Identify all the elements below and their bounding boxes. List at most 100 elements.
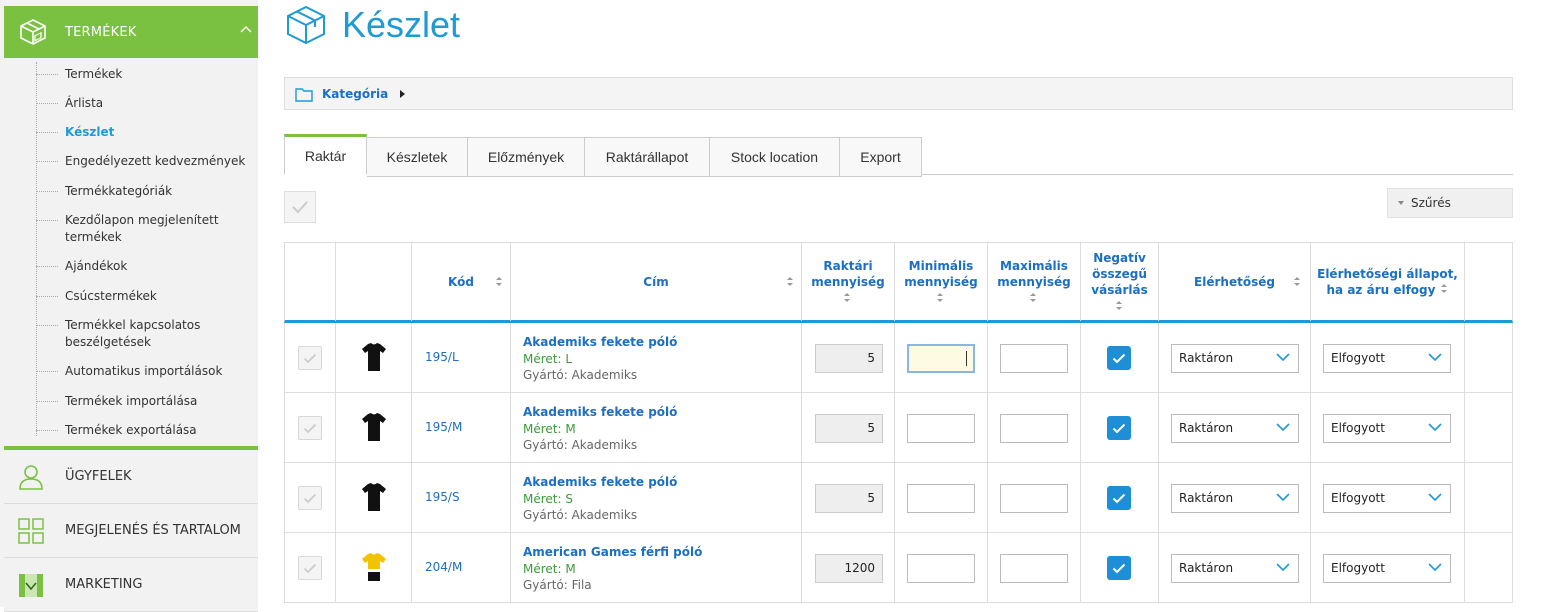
th-max-qty[interactable]: Maximális mennyiség xyxy=(988,243,1081,321)
th-code[interactable]: Kód xyxy=(412,243,511,321)
product-thumbnail[interactable] xyxy=(360,481,388,513)
soldout-state-select[interactable]: Elfogyott xyxy=(1323,414,1451,443)
max-qty-input[interactable] xyxy=(1000,484,1068,513)
sidebar-item-termekek[interactable]: Termékek xyxy=(36,66,255,83)
soldout-state-select[interactable]: Elfogyott xyxy=(1323,554,1451,583)
sort-icon[interactable] xyxy=(844,292,851,303)
th-negative[interactable]: Negatív összegű vásárlás xyxy=(1081,243,1159,321)
row-select-checkbox[interactable] xyxy=(298,556,322,580)
availability-select[interactable]: Raktáron xyxy=(1171,484,1299,513)
min-qty-input[interactable] xyxy=(907,554,975,583)
product-manufacturer: Gyártó: Akademiks xyxy=(523,438,638,452)
sidebar-item-auto-import[interactable]: Automatikus importálások xyxy=(36,363,255,380)
availability-select[interactable]: Raktáron xyxy=(1171,414,1299,443)
tab-raktarallapot[interactable]: Raktárállapot xyxy=(585,137,710,177)
th-stock-qty-label-2: mennyiség xyxy=(811,274,885,289)
cell-image xyxy=(336,463,412,532)
product-code-link[interactable]: 195/M xyxy=(425,420,462,434)
negative-purchase-checkbox[interactable] xyxy=(1107,416,1131,440)
negative-purchase-checkbox[interactable] xyxy=(1107,486,1131,510)
negative-purchase-checkbox[interactable] xyxy=(1107,346,1131,370)
sidebar-item-export[interactable]: Termékek exportálása xyxy=(36,422,255,439)
tab-export[interactable]: Export xyxy=(840,137,922,177)
min-qty-input[interactable] xyxy=(907,484,975,513)
sidebar-item-beszelgetesek[interactable]: Termékkel kapcsolatos beszélgetések xyxy=(36,317,255,351)
sidebar-item-kedvezmenyek[interactable]: Engedélyezett kedvezmények xyxy=(36,153,255,170)
th-min-qty-label-2: mennyiség xyxy=(904,274,978,289)
cell-negative xyxy=(1081,323,1159,392)
row-select-checkbox[interactable] xyxy=(298,346,322,370)
availability-value: Raktáron xyxy=(1179,351,1234,365)
product-name-link[interactable]: Akademiks fekete póló xyxy=(523,405,677,419)
check-icon xyxy=(292,201,308,214)
filter-button[interactable]: Szűrés xyxy=(1387,188,1513,218)
stock-qty-field: 5 xyxy=(815,344,883,373)
product-code-link[interactable]: 204/M xyxy=(425,560,462,574)
cell-title: Akademiks fekete póló Méret: M Gyártó: A… xyxy=(511,393,802,462)
product-name-link[interactable]: Akademiks fekete póló xyxy=(523,335,677,349)
sidebar-item-ajandekok[interactable]: Ajándékok xyxy=(36,258,255,275)
sidebar-section-title: MEGJELENÉS ÉS TARTALOM xyxy=(65,523,241,538)
min-qty-input[interactable] xyxy=(907,414,975,443)
row-select-checkbox[interactable] xyxy=(298,486,322,510)
product-code-link[interactable]: 195/S xyxy=(425,490,460,504)
product-manufacturer: Gyártó: Akademiks xyxy=(523,508,638,522)
sort-icon[interactable] xyxy=(496,277,503,287)
cell-availability: Raktáron xyxy=(1159,393,1311,462)
sort-icon[interactable] xyxy=(1294,277,1301,287)
sort-icon[interactable] xyxy=(1030,292,1037,303)
chevron-up-icon[interactable] xyxy=(240,24,252,36)
sidebar-item-arlista[interactable]: Árlista xyxy=(36,95,255,112)
sort-icon[interactable] xyxy=(787,277,794,287)
cell-min-qty xyxy=(895,463,988,532)
tab-raktar[interactable]: Raktár xyxy=(284,134,367,175)
check-icon xyxy=(1112,563,1126,573)
sidebar-item-kezdolapon[interactable]: Kezdőlapon megjelenített termékek xyxy=(36,212,255,246)
product-thumbnail[interactable] xyxy=(360,341,388,373)
negative-purchase-checkbox[interactable] xyxy=(1107,556,1131,580)
soldout-state-select[interactable]: Elfogyott xyxy=(1323,344,1451,373)
max-qty-input[interactable] xyxy=(1000,414,1068,443)
th-min-qty[interactable]: Minimális mennyiség xyxy=(895,243,988,321)
product-thumbnail[interactable] xyxy=(360,411,388,443)
bulk-select-checkbox[interactable] xyxy=(284,191,316,223)
availability-select[interactable]: Raktáron xyxy=(1171,554,1299,583)
tab-elozmenyek[interactable]: Előzmények xyxy=(468,137,585,177)
soldout-state-select[interactable]: Elfogyott xyxy=(1323,484,1451,513)
th-stock-qty[interactable]: Raktári mennyiség xyxy=(802,243,895,321)
min-qty-input[interactable] xyxy=(907,344,975,373)
max-qty-input[interactable] xyxy=(1000,554,1068,583)
sort-icon[interactable] xyxy=(1441,284,1448,294)
product-name-link[interactable]: Akademiks fekete póló xyxy=(523,475,677,489)
sidebar-item-csucstermekek[interactable]: Csúcstermékek xyxy=(36,288,255,305)
cell-code: 195/S xyxy=(412,463,511,532)
sort-icon[interactable] xyxy=(1116,300,1123,311)
max-qty-input[interactable] xyxy=(1000,344,1068,373)
th-soldout-state[interactable]: Elérhetőségi állapot, ha az áru elfogy xyxy=(1311,243,1465,321)
cell-availability: Raktáron xyxy=(1159,323,1311,392)
sidebar-section-marketing[interactable]: MARKETING xyxy=(4,558,258,612)
sidebar-section-megjelenes[interactable]: MEGJELENÉS ÉS TARTALOM xyxy=(4,504,258,558)
sidebar-section-ugyfelek[interactable]: ÜGYFELEK xyxy=(4,446,258,504)
category-label[interactable]: Kategória xyxy=(322,87,388,101)
tab-stock-location[interactable]: Stock location xyxy=(710,137,840,177)
product-thumbnail[interactable] xyxy=(360,551,388,583)
sidebar-item-keszlet[interactable]: Készlet xyxy=(36,124,255,141)
th-availability[interactable]: Elérhetőség xyxy=(1159,243,1311,321)
caret-right-icon[interactable] xyxy=(400,89,406,98)
cell-soldout-state: Elfogyott xyxy=(1311,323,1465,392)
category-bar[interactable]: Kategória xyxy=(284,77,1513,110)
cell-title: Akademiks fekete póló Méret: L Gyártó: A… xyxy=(511,323,802,392)
tab-keszletek[interactable]: Készletek xyxy=(367,137,468,177)
availability-select[interactable]: Raktáron xyxy=(1171,344,1299,373)
sidebar-section-termekek[interactable]: TERMÉKEK xyxy=(4,6,258,58)
sidebar-item-import[interactable]: Termékek importálása xyxy=(36,393,255,410)
th-title[interactable]: Cím xyxy=(511,243,802,321)
row-select-checkbox[interactable] xyxy=(298,416,322,440)
cell-negative xyxy=(1081,533,1159,602)
product-size: Méret: M xyxy=(523,562,576,576)
sidebar-item-termekkategoriak[interactable]: Termékkategóriák xyxy=(36,183,255,200)
product-name-link[interactable]: American Games férfi póló xyxy=(523,545,702,559)
sort-icon[interactable] xyxy=(937,292,944,303)
product-code-link[interactable]: 195/L xyxy=(425,350,459,364)
